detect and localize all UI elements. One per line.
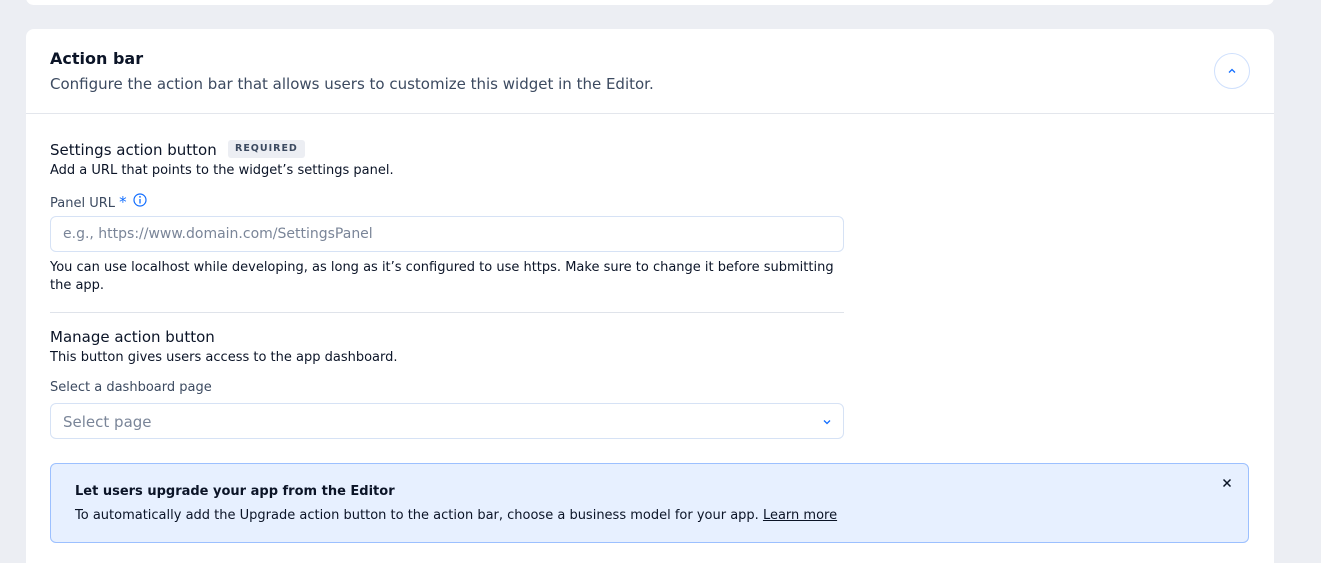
upgrade-notice: Let users upgrade your app from the Edit… (50, 463, 1249, 543)
card-header: Action bar Configure the action bar that… (26, 29, 1274, 114)
notice-text: To automatically add the Upgrade action … (75, 508, 837, 523)
card-subtitle: Configure the action bar that allows use… (50, 75, 654, 93)
manage-button-title: Manage action button (50, 328, 215, 346)
learn-more-link[interactable]: Learn more (763, 508, 837, 523)
action-bar-card: Action bar Configure the action bar that… (26, 29, 1274, 563)
panel-url-help-text: You can use localhost while developing, … (50, 260, 834, 293)
notice-body: To automatically add the Upgrade action … (75, 508, 763, 523)
required-asterisk: * (119, 193, 127, 211)
dashboard-page-select[interactable]: Select page (50, 403, 844, 439)
settings-button-description: Add a URL that points to the widget’s se… (50, 163, 394, 178)
card-title: Action bar (50, 49, 144, 68)
section-divider (50, 312, 844, 313)
collapse-button[interactable] (1214, 53, 1250, 89)
chevron-down-icon (823, 420, 831, 425)
settings-button-title: Settings action button (50, 141, 217, 159)
manage-button-description: This button gives users access to the ap… (50, 350, 398, 365)
panel-url-label-text: Panel URL (50, 196, 115, 211)
notice-title: Let users upgrade your app from the Edit… (75, 484, 395, 499)
close-icon[interactable] (1220, 476, 1234, 490)
previous-card (26, 0, 1274, 5)
panel-url-input[interactable] (50, 216, 844, 252)
required-badge: REQUIRED (228, 140, 305, 158)
panel-url-label: Panel URL * (50, 193, 127, 211)
chevron-up-icon (1228, 68, 1236, 73)
info-icon[interactable] (133, 193, 147, 207)
dashboard-page-label: Select a dashboard page (50, 380, 212, 395)
select-value: Select page (63, 413, 152, 431)
